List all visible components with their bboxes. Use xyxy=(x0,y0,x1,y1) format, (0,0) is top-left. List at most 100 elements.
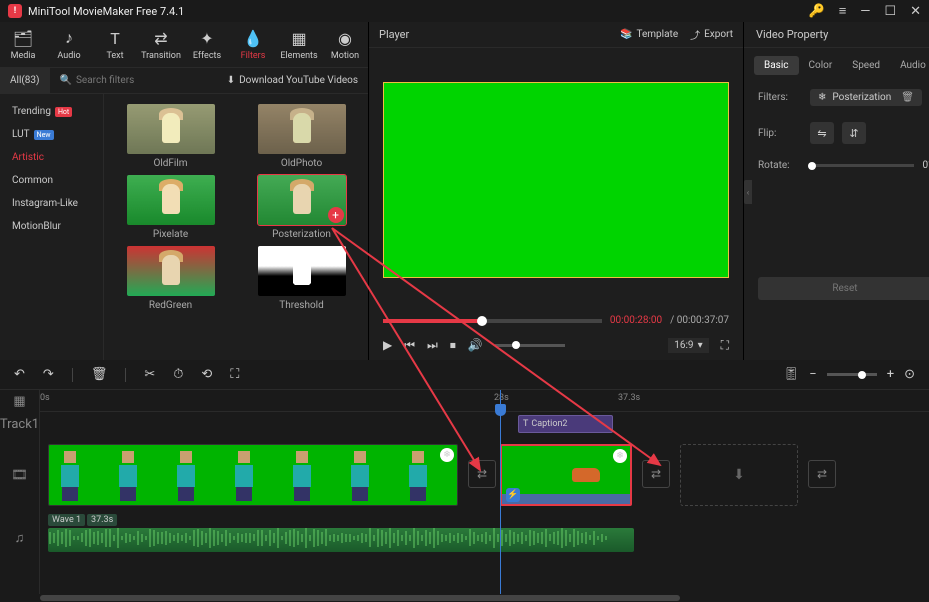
library-panel: 🗂Media♪AudioTText⇄Transition✦Effects💧Fil… xyxy=(0,22,369,360)
applied-filter-pill: ❄ Posterization 🗑 xyxy=(810,89,922,106)
reset-button[interactable]: Reset xyxy=(758,277,929,300)
template-icon: 📚 xyxy=(620,29,632,40)
aspect-selector[interactable]: 16:9▾ xyxy=(668,338,708,353)
speed-button[interactable]: ⏱ xyxy=(173,367,183,382)
property-tabs: BasicColorSpeedAudio xyxy=(744,48,929,83)
export-button[interactable]: ⤴Export xyxy=(690,27,733,42)
zoom-in-button[interactable]: + xyxy=(887,367,894,382)
rotate-slider[interactable] xyxy=(810,164,914,167)
filters-icon: 💧 xyxy=(243,29,263,48)
motion-icon: ◉ xyxy=(338,29,352,48)
fullscreen-button[interactable]: ⛶ xyxy=(721,338,729,353)
video-track-icon: 🎞 xyxy=(0,436,39,514)
add-filter-button[interactable]: + xyxy=(328,207,344,223)
collapse-property-handle[interactable]: ‹ xyxy=(744,180,752,204)
audio-settings-button[interactable]: 🎚 xyxy=(783,367,800,382)
filter-redgreen[interactable]: RedGreen xyxy=(112,246,229,311)
audio-clip[interactable]: Wave 1 37.3s xyxy=(48,528,634,552)
toolbar-media[interactable]: 🗂Media xyxy=(0,22,46,67)
filter-grid: OldFilmOldPhotoPixelate+PosterizationRed… xyxy=(104,94,368,360)
minimize-button[interactable]: — xyxy=(860,5,870,18)
redo-button[interactable]: ↷ xyxy=(43,367,54,382)
elements-icon: ▦ xyxy=(291,29,306,48)
volume-slider[interactable] xyxy=(495,344,565,347)
clip-filter-icon: ❄ xyxy=(440,448,454,462)
key-icon[interactable]: 🔑 xyxy=(809,5,825,18)
flip-vertical-button[interactable]: ⇵ xyxy=(842,122,866,144)
category-instagram-like[interactable]: Instagram-Like xyxy=(0,192,103,215)
filter-threshold[interactable]: Threshold xyxy=(243,246,360,311)
ruler-mark: 0s xyxy=(40,393,50,403)
toolbar-effects[interactable]: ✦Effects xyxy=(184,22,230,67)
applied-filter-name: Posterization xyxy=(832,92,891,103)
scrub-bar[interactable] xyxy=(383,319,602,323)
filter-pixelate[interactable]: Pixelate xyxy=(112,175,229,240)
undo-button[interactable]: ↶ xyxy=(14,367,25,382)
chevron-down-icon: ▾ xyxy=(698,340,703,351)
toolbar-motion[interactable]: ◉Motion xyxy=(322,22,368,67)
template-button[interactable]: 📚Template xyxy=(620,29,678,40)
category-artistic[interactable]: Artistic xyxy=(0,146,103,169)
category-common[interactable]: Common xyxy=(0,169,103,192)
close-button[interactable]: ✕ xyxy=(910,5,921,18)
delete-button[interactable]: 🗑 xyxy=(91,367,108,382)
titlebar: ! MiniTool MovieMaker Free 7.4.1 🔑 ≡ — ☐… xyxy=(0,0,929,22)
reverse-button[interactable]: ⟲ xyxy=(201,367,212,382)
category-trending[interactable]: Trending Hot xyxy=(0,100,103,123)
filter-count[interactable]: All(83) xyxy=(0,68,50,93)
toolbar-audio[interactable]: ♪Audio xyxy=(46,22,92,67)
time-ruler[interactable]: 0s28s37.3s xyxy=(40,390,929,412)
tab-speed[interactable]: Speed xyxy=(842,56,890,75)
remove-filter-button[interactable]: 🗑 xyxy=(897,92,914,103)
play-button[interactable]: ▶ xyxy=(383,338,392,352)
transition-slot-3[interactable]: ⇄ xyxy=(808,460,836,488)
ruler-mark: 37.3s xyxy=(618,393,640,403)
filter-oldfilm[interactable]: OldFilm xyxy=(112,104,229,169)
clip-speed-icon: ⚡ xyxy=(506,488,520,502)
tab-audio[interactable]: Audio xyxy=(890,56,929,75)
library-subbar: All(83) 🔍 Search filters ⬇ Download YouT… xyxy=(0,68,368,94)
transition-icon: ⇄ xyxy=(154,29,167,48)
prev-frame-button[interactable]: ⏮ xyxy=(404,338,415,353)
app-title: MiniTool MovieMaker Free 7.4.1 xyxy=(28,5,809,18)
transition-slot-1[interactable]: ⇄ xyxy=(468,460,496,488)
flip-horizontal-button[interactable]: ⇋ xyxy=(810,122,834,144)
property-panel: Video Property BasicColorSpeedAudio Filt… xyxy=(744,22,929,360)
volume-button[interactable]: 🔊 xyxy=(468,338,483,352)
toolbar-filters[interactable]: 💧Filters xyxy=(230,22,276,67)
transition-slot-2[interactable]: ⇄ xyxy=(642,460,670,488)
split-button[interactable]: ✂ xyxy=(144,367,155,382)
download-youtube-link[interactable]: ⬇ Download YouTube Videos xyxy=(217,75,368,86)
export-icon: ⤴ xyxy=(690,27,700,42)
empty-clip-slot[interactable]: ⬇ xyxy=(680,444,798,506)
toolbar-transition[interactable]: ⇄Transition xyxy=(138,22,184,67)
rotate-label: Rotate: xyxy=(758,160,802,171)
toolbar-elements[interactable]: ▦Elements xyxy=(276,22,322,67)
tab-color[interactable]: Color xyxy=(799,56,843,75)
filter-posterization[interactable]: +Posterization xyxy=(243,175,360,240)
audio-clip-duration: 37.3s xyxy=(87,514,117,526)
video-clip-1[interactable]: ❄ xyxy=(48,444,458,506)
crop-button[interactable]: ⛶ xyxy=(230,367,239,382)
stop-button[interactable]: ⏹ xyxy=(450,338,456,353)
flip-label: Flip: xyxy=(758,128,802,139)
playhead[interactable] xyxy=(500,390,501,594)
filter-oldphoto[interactable]: OldPhoto xyxy=(243,104,360,169)
rotate-value: 0° xyxy=(922,160,929,171)
zoom-out-button[interactable]: − xyxy=(809,367,816,382)
menu-icon[interactable]: ≡ xyxy=(839,5,847,18)
caption-clip[interactable]: T Caption2 xyxy=(518,415,613,433)
toolbar-text[interactable]: TText xyxy=(92,22,138,67)
zoom-fit-button[interactable]: ⊙ xyxy=(904,367,915,382)
timeline-scrollbar[interactable] xyxy=(0,594,929,602)
video-clip-2[interactable]: ❄ ⚡ xyxy=(500,444,632,506)
search-filters[interactable]: 🔍 Search filters xyxy=(50,75,217,86)
zoom-slider[interactable] xyxy=(827,373,877,376)
category-lut[interactable]: LUT New xyxy=(0,123,103,146)
next-frame-button[interactable]: ⏭ xyxy=(427,338,438,353)
video-preview[interactable] xyxy=(383,82,729,278)
tab-basic[interactable]: Basic xyxy=(754,56,799,75)
category-motionblur[interactable]: MotionBlur xyxy=(0,215,103,238)
timeline-options-button[interactable]: ▦ xyxy=(0,390,39,412)
maximize-button[interactable]: ☐ xyxy=(884,5,896,18)
